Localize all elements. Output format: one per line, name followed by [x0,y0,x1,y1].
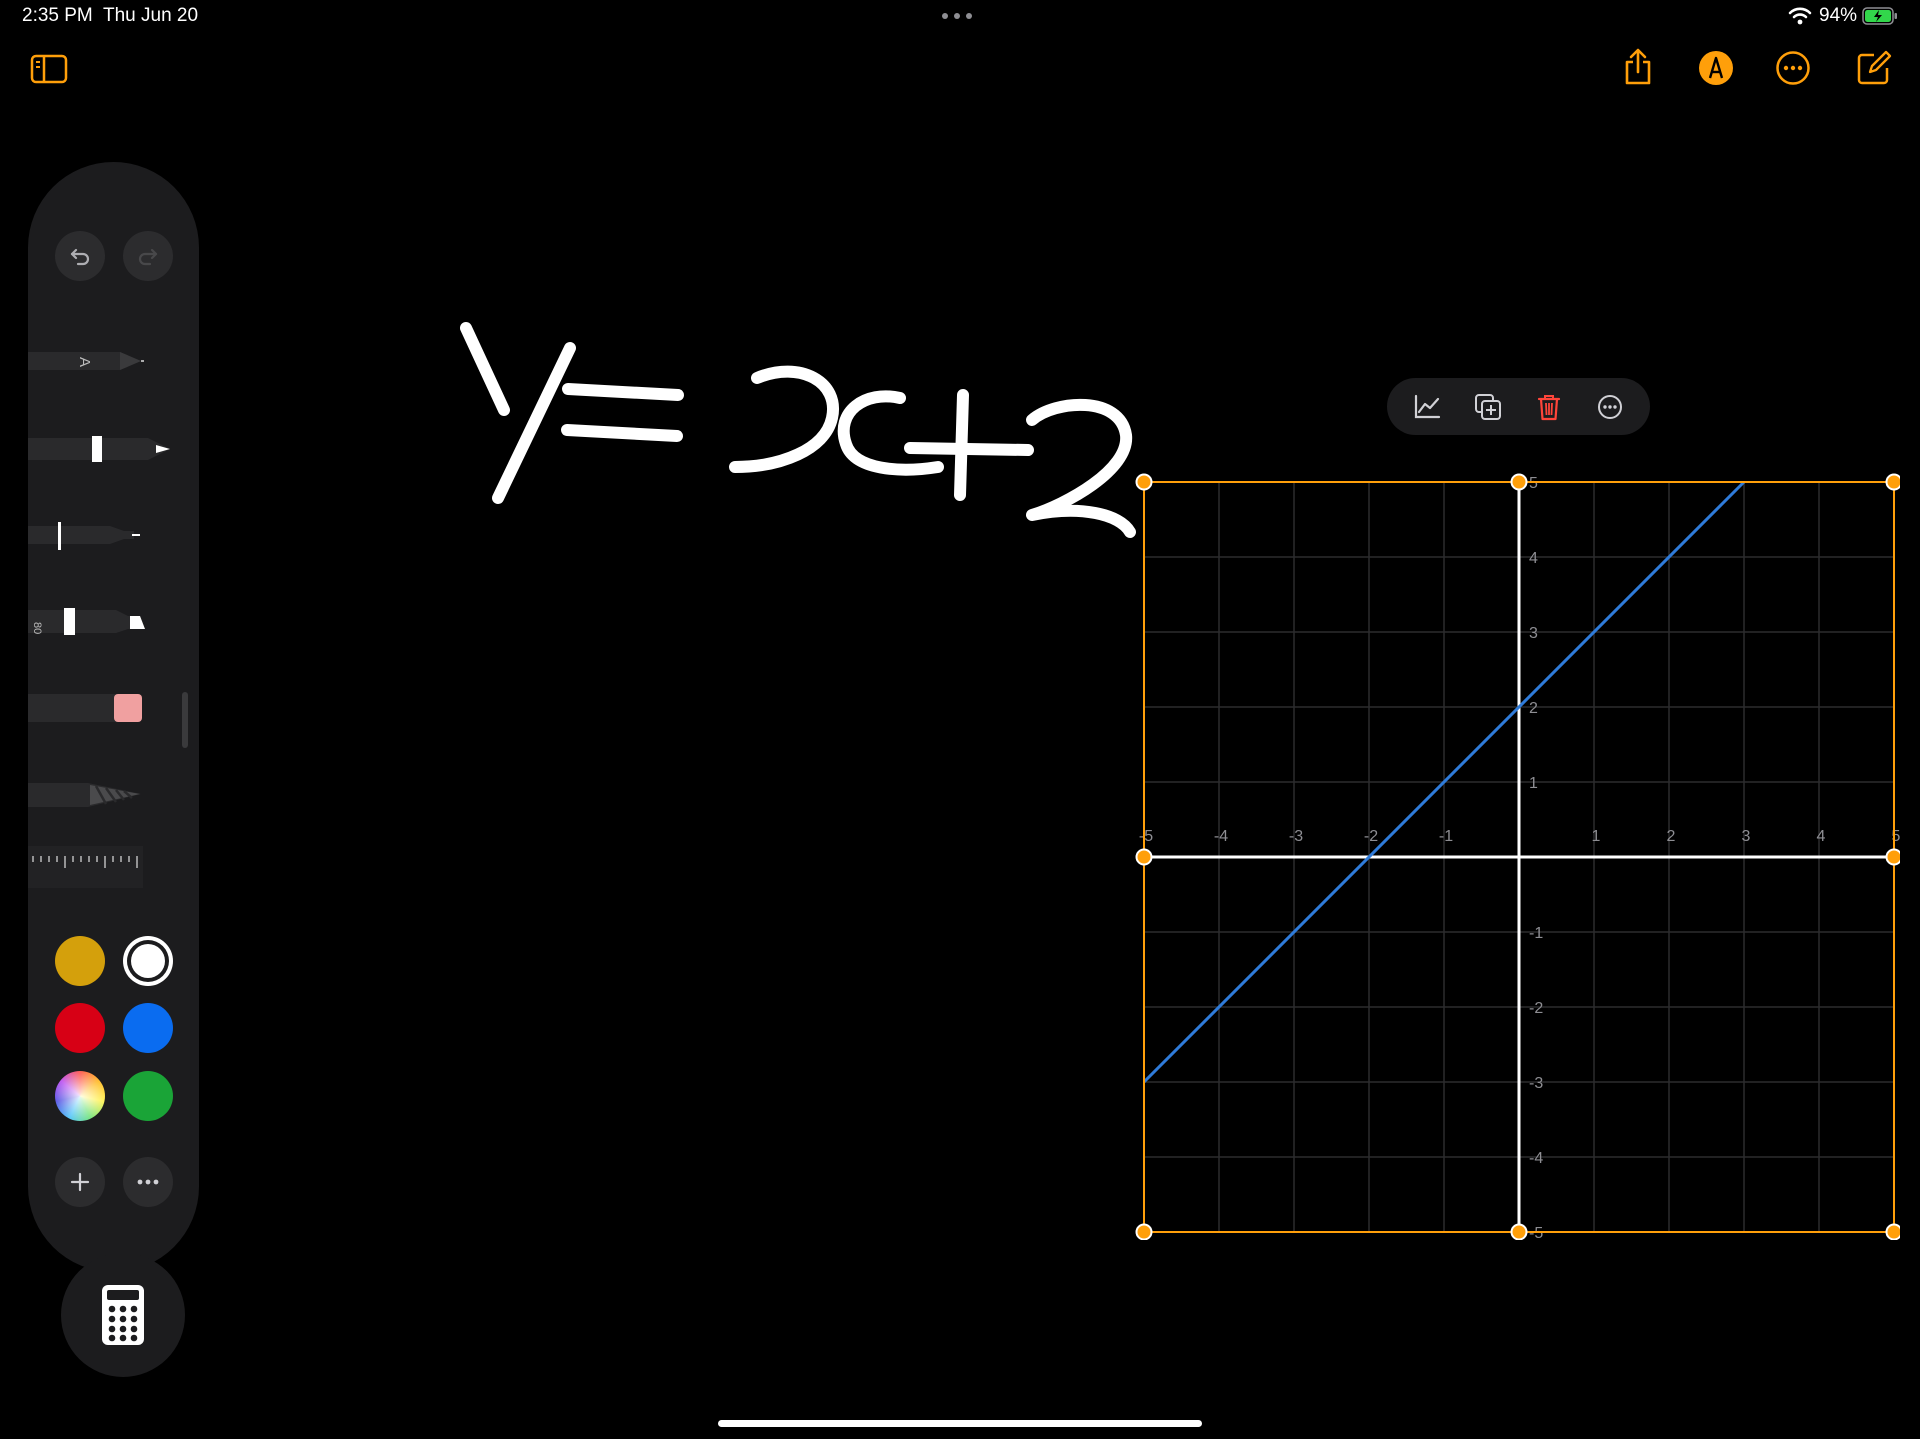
y-tick-label: 3 [1529,625,1538,642]
color-swatch-yellow[interactable] [55,936,105,986]
ruler-tool[interactable] [28,842,178,892]
x-tick-label: 2 [1667,828,1676,845]
battery-percent: 94% [1819,5,1858,26]
color-wheel-icon[interactable] [55,1071,105,1121]
resize-handle[interactable] [1135,1223,1153,1241]
status-time: 2:35 PM [22,5,93,26]
x-tick-label: 1 [1592,828,1601,845]
lasso-tool[interactable] [28,770,178,820]
y-tick-label: 2 [1529,700,1538,717]
trash-icon [1537,394,1560,420]
color-swatch-blue[interactable] [123,1003,173,1053]
ellipsis-circle-icon [1597,394,1622,419]
x-tick-label: 4 [1817,828,1826,845]
palette-scroll-indicator[interactable] [182,692,188,748]
marker-tool[interactable]: 80 [28,597,178,647]
status-date: Thu Jun 20 [103,5,199,26]
markup-pen-icon[interactable] [1694,46,1738,90]
undo-icon [70,248,90,266]
compose-icon[interactable] [1852,46,1896,90]
calculator-button[interactable] [61,1253,185,1377]
redo-button[interactable] [123,231,173,281]
resize-handle[interactable] [1510,1223,1528,1241]
y-tick-label: 1 [1529,775,1538,792]
graph-plot[interactable]: -5 -4 -3 -2 -1 1 2 3 4 554321-1-2-3-4-5 [1130,470,1903,1242]
marker-label: 80 [31,622,43,634]
multitasking-dots[interactable] [942,8,978,24]
share-icon[interactable] [1616,45,1660,89]
sidebar-icon[interactable] [27,47,71,91]
color-swatch-red[interactable] [55,1003,105,1053]
resize-handle[interactable] [1510,473,1528,491]
graph-icon [1415,394,1441,418]
y-tick-label: -1 [1529,925,1543,942]
add-tool-button[interactable] [55,1157,105,1207]
plus-icon [70,1172,90,1192]
pen-tool[interactable] [28,425,178,475]
y-tick-label: -3 [1529,1075,1543,1092]
redo-icon [138,248,158,266]
wifi-icon [1788,6,1812,26]
duplicate-button[interactable] [1466,385,1510,429]
eraser-tool[interactable] [28,683,178,733]
ellipsis-icon [137,1179,159,1185]
x-tick-label: -3 [1289,828,1303,845]
pen-a-label: A [76,357,93,367]
fine-liner-tool[interactable] [28,512,178,562]
x-tick-label: -2 [1364,828,1378,845]
color-swatch-green[interactable] [123,1071,173,1121]
pen-a-tool[interactable]: A [28,338,178,388]
calculator-icon [102,1285,144,1345]
y-tick-label: -2 [1529,1000,1543,1017]
resize-handle[interactable] [1135,473,1153,491]
x-tick-label: -1 [1439,828,1453,845]
x-tick-label: -4 [1214,828,1228,845]
y-tick-label: -4 [1529,1150,1543,1167]
duplicate-icon [1475,393,1502,420]
x-tick-label: 5 [1892,828,1900,845]
graph-more-button[interactable] [1588,385,1632,429]
battery-charging-icon [1862,7,1898,25]
graph-container[interactable]: -5 -4 -3 -2 -1 1 2 3 4 5 5 4 3 2 1 -1 -2 -3 -4 -5 [1130,470,1903,1242]
ellipsis-circle-icon[interactable] [1771,46,1815,90]
resize-handle[interactable] [1135,848,1153,866]
undo-button[interactable] [55,231,105,281]
y-tick-label: 5 [1529,475,1538,492]
palette-more-button[interactable] [123,1157,173,1207]
graph-context-menu [1387,378,1650,435]
y-tick-label: 4 [1529,550,1538,567]
color-swatch-white-selected[interactable] [123,936,173,986]
x-tick-label: -5 [1139,828,1153,845]
graph-options-button[interactable] [1405,385,1449,429]
resize-handle[interactable] [1885,848,1903,866]
x-tick-label: 3 [1742,828,1751,845]
home-indicator[interactable] [718,1420,1202,1427]
handwritten-equation[interactable]: Y= x+2 [440,310,1140,550]
delete-button[interactable] [1527,385,1571,429]
resize-handle[interactable] [1885,1223,1903,1241]
resize-handle[interactable] [1885,473,1903,491]
